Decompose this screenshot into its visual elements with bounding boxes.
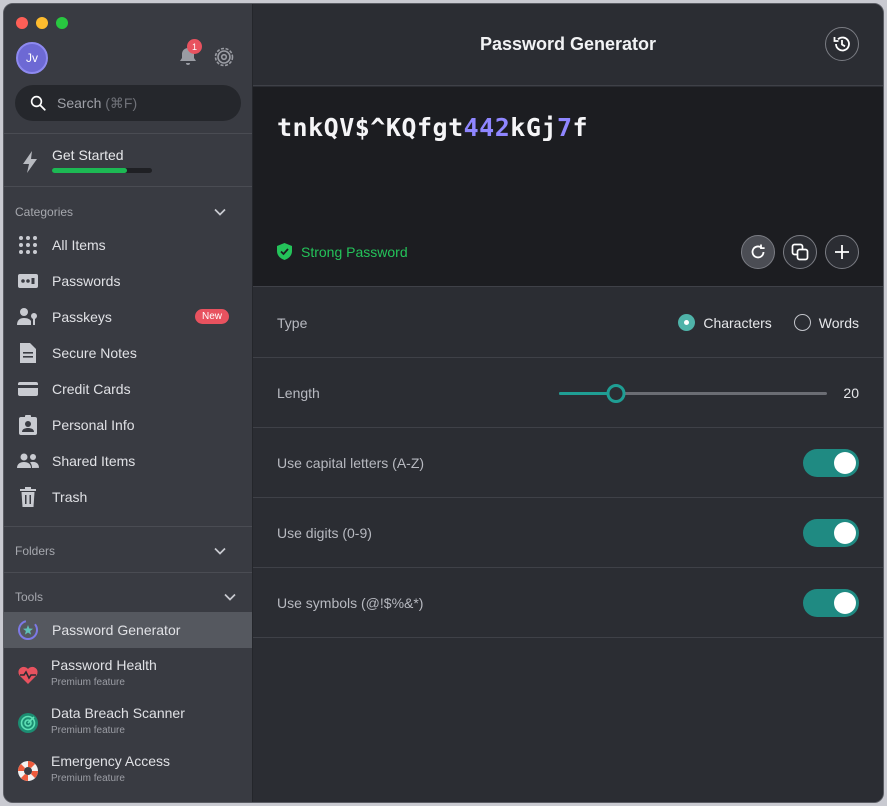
divider	[4, 572, 252, 573]
sidebar-item-passkeys[interactable]: Passkeys New	[4, 299, 252, 335]
refresh-icon	[751, 244, 765, 259]
strength-indicator: Strong Password	[277, 243, 408, 260]
folders-header[interactable]: Folders	[15, 544, 227, 558]
sidebar-item-emergency-access[interactable]: Emergency Access Premium feature	[4, 749, 252, 793]
sidebar-item-data-breach-scanner[interactable]: Data Breach Scanner Premium feature	[4, 701, 252, 745]
chevron-down-icon	[214, 547, 226, 555]
sidebar-item-password-generator[interactable]: Password Generator	[4, 612, 252, 648]
traffic-lights	[16, 17, 68, 29]
sidebar: Jv 1 Search (⌘F) Get Started Categories …	[4, 4, 253, 802]
passkey-icon	[17, 306, 39, 328]
get-started-item[interactable]: Get Started	[18, 146, 238, 182]
sidebar-item-passwords[interactable]: Passwords	[4, 263, 252, 299]
digits-toggle[interactable]	[803, 519, 859, 547]
capital-letters-row: Use capital letters (A-Z)	[253, 428, 883, 498]
sidebar-item-secure-notes[interactable]: Secure Notes	[4, 335, 252, 371]
generator-icon	[17, 619, 39, 641]
chevron-down-icon	[214, 208, 226, 216]
symbols-row: Use symbols (@!$%&*)	[253, 568, 883, 638]
capital-letters-toggle[interactable]	[803, 449, 859, 477]
heart-pulse-icon	[18, 666, 38, 684]
regenerate-button[interactable]	[741, 235, 775, 269]
minimize-window-button[interactable]	[36, 17, 48, 29]
divider	[4, 133, 252, 134]
type-row: Type Characters Words	[253, 288, 883, 358]
chevron-down-icon	[224, 593, 236, 601]
shield-check-icon	[277, 243, 292, 260]
zoom-window-button[interactable]	[56, 17, 68, 29]
sidebar-item-trash[interactable]: Trash	[4, 479, 252, 515]
generated-password[interactable]: tnkQV$^KQfgt442kGj7f	[277, 113, 588, 142]
get-started-progress	[52, 168, 152, 173]
avatar-initials: Jv	[26, 51, 38, 65]
divider	[4, 526, 252, 527]
app-window: Jv 1 Search (⌘F) Get Started Categories …	[3, 3, 884, 803]
sidebar-item-all-items[interactable]: All Items	[4, 227, 252, 263]
sidebar-item-password-health[interactable]: Password Health Premium feature	[4, 653, 252, 697]
password-icon	[17, 270, 39, 292]
lightning-icon	[23, 151, 37, 173]
length-value: 20	[843, 385, 859, 401]
plus-icon	[835, 245, 849, 259]
symbols-toggle[interactable]	[803, 589, 859, 617]
add-item-button[interactable]	[825, 235, 859, 269]
copy-button[interactable]	[783, 235, 817, 269]
radar-icon	[18, 713, 38, 733]
id-card-icon	[17, 414, 39, 436]
length-slider[interactable]	[559, 384, 827, 403]
divider	[4, 186, 252, 187]
gear-icon[interactable]	[212, 45, 236, 69]
radio-words[interactable]: Words	[793, 314, 859, 331]
history-icon	[833, 36, 850, 52]
page-title: Password Generator	[479, 34, 657, 54]
people-icon	[17, 450, 39, 472]
search-placeholder: Search (⌘F)	[57, 94, 138, 111]
radio-characters[interactable]: Characters	[678, 314, 772, 331]
history-button[interactable]	[825, 27, 859, 61]
sidebar-item-credit-cards[interactable]: Credit Cards	[4, 371, 252, 407]
notification-badge: 1	[187, 39, 202, 54]
close-window-button[interactable]	[16, 17, 28, 29]
note-icon	[17, 342, 39, 364]
slider-handle[interactable]	[606, 384, 626, 403]
trash-icon	[17, 486, 39, 508]
digits-row: Use digits (0-9)	[253, 498, 883, 568]
lifebuoy-icon	[18, 761, 38, 781]
search-input[interactable]: Search (⌘F)	[15, 85, 241, 121]
new-badge: New	[194, 309, 229, 324]
sidebar-item-shared-items[interactable]: Shared Items	[4, 443, 252, 479]
tools-header[interactable]: Tools	[15, 590, 237, 604]
length-row: Length 20	[253, 358, 883, 428]
credit-card-icon	[17, 378, 39, 400]
main-panel: Password Generator tnkQV$^KQfgt442kGj7f …	[253, 4, 883, 802]
sidebar-item-personal-info[interactable]: Personal Info	[4, 407, 252, 443]
avatar[interactable]: Jv	[16, 42, 48, 74]
get-started-label: Get Started	[52, 147, 124, 163]
categories-header[interactable]: Categories	[15, 205, 227, 219]
header-bar: Password Generator	[253, 4, 883, 86]
password-display: tnkQV$^KQfgt442kGj7f Strong Password	[253, 87, 883, 287]
type-radio-group: Characters Words	[678, 314, 859, 331]
copy-icon	[791, 243, 809, 261]
grid-icon	[17, 234, 39, 256]
search-icon	[30, 95, 46, 111]
